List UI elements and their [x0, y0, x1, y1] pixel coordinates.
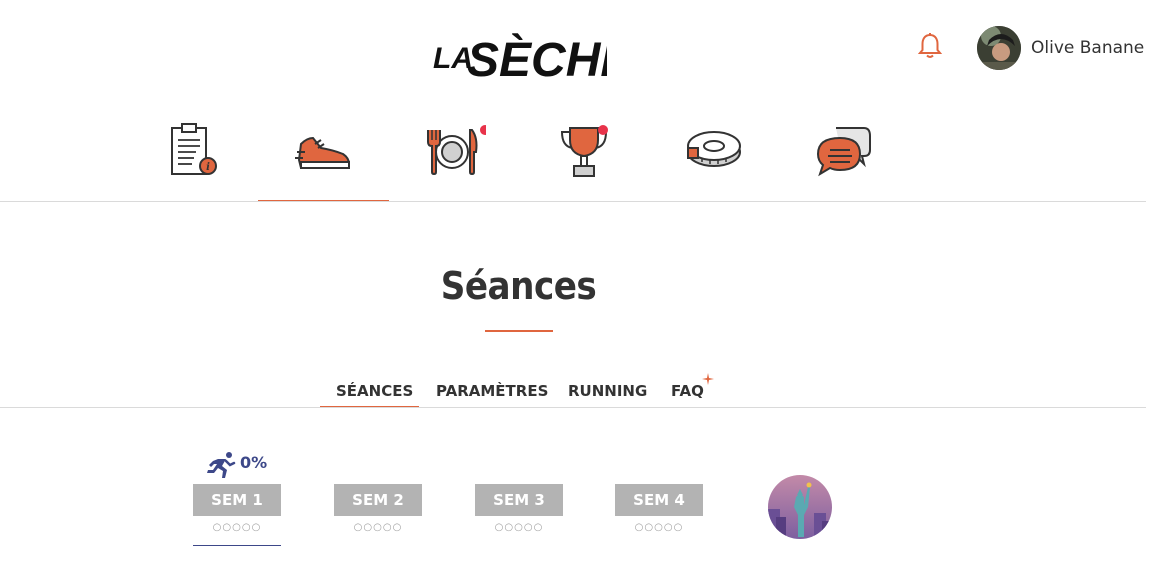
week-active-indicator	[193, 545, 281, 546]
tab-running[interactable]: RUNNING	[568, 382, 647, 400]
bell-icon[interactable]	[914, 30, 946, 62]
runner-icon	[207, 452, 236, 478]
tab-faq[interactable]: FAQ	[671, 382, 704, 400]
sparkle-icon	[702, 373, 714, 385]
nav-divider	[0, 201, 1146, 202]
title-underline	[485, 330, 553, 332]
clipboard-info-icon[interactable]: i	[162, 118, 226, 182]
trophy-icon[interactable]	[552, 118, 616, 182]
tabs-divider	[0, 407, 1146, 408]
week-2-dots: ○○○○○	[353, 522, 403, 533]
page-title: Séances	[440, 264, 597, 308]
tab-parametres[interactable]: PARAMÈTRES	[436, 382, 548, 400]
user-name[interactable]: Olive Banane	[1031, 38, 1144, 58]
week-1-dots: ○○○○○	[212, 522, 262, 533]
svg-text:i: i	[206, 162, 210, 173]
plate-cutlery-icon[interactable]	[422, 118, 486, 182]
tab-seances[interactable]: SÉANCES	[336, 382, 413, 400]
progress-percent: 0%	[240, 453, 268, 472]
measuring-tape-icon[interactable]	[682, 118, 746, 182]
statue-of-liberty-icon[interactable]	[768, 475, 832, 539]
week-1-button[interactable]: SEM 1	[193, 484, 281, 516]
svg-text:SÈCHE: SÈCHE	[467, 33, 607, 82]
week-4-dots: ○○○○○	[634, 522, 684, 533]
lasèche-logo[interactable]: LA SÈCHE	[431, 18, 607, 82]
chat-bubbles-icon[interactable]	[812, 118, 876, 182]
week-2-button[interactable]: SEM 2	[334, 484, 422, 516]
avatar[interactable]	[977, 26, 1021, 70]
week-3-button[interactable]: SEM 3	[475, 484, 563, 516]
running-shoe-icon[interactable]	[291, 118, 355, 182]
week-3-dots: ○○○○○	[494, 522, 544, 533]
week-4-button[interactable]: SEM 4	[615, 484, 703, 516]
